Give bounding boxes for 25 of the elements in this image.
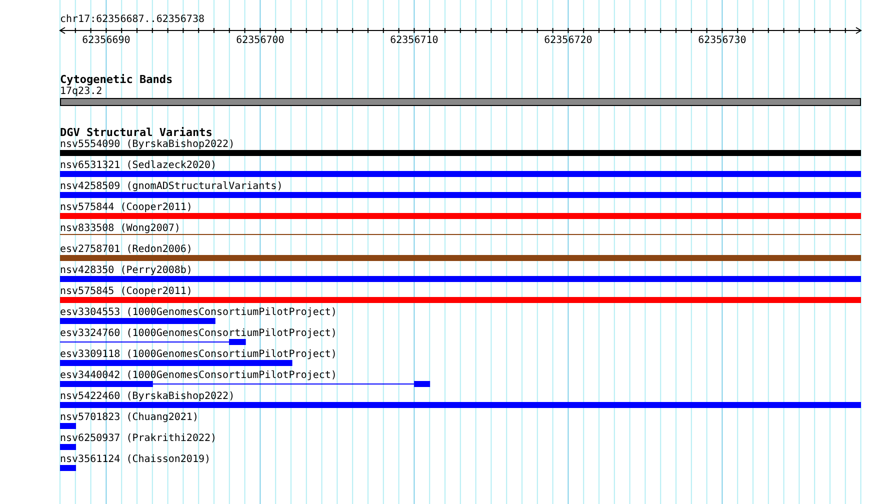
variant-label[interactable]: nsv5701823 (Chuang2021) [60,412,198,423]
variant-label[interactable]: nsv575844 (Cooper2011) [60,202,192,213]
variant-label[interactable]: nsv833508 (Wong2007) [60,223,180,234]
variant-label[interactable]: esv2758701 (Redon2006) [60,244,192,255]
band-label: 17q23.2 [60,86,102,97]
variant-label[interactable]: esv3324760 (1000GenomesConsortiumPilotProject) [60,328,337,339]
tick-label: 62356700 [236,35,284,46]
tick-label: 62356690 [82,35,130,46]
variant-label[interactable]: nsv4258509 (gnomADStructuralVariants) [60,181,283,192]
track-title: Cytogenetic Bands [60,74,173,86]
variant-label[interactable]: esv3309118 (1000GenomesConsortiumPilotProject) [60,349,337,360]
variant-label[interactable]: nsv6250937 (Prakrithi2022) [60,433,217,444]
position-label: chr17:62356687..62356738 [60,14,204,26]
variant-label[interactable]: esv3440042 (1000GenomesConsortiumPilotProject) [60,370,337,381]
variant-label[interactable]: nsv5554090 (ByrskaBishop2022) [60,139,235,150]
tick-label: 62356720 [544,35,592,46]
variant-label[interactable]: nsv575845 (Cooper2011) [60,286,192,297]
tick-label: 62356710 [390,35,438,46]
variant-label[interactable]: nsv6531321 (Sedlazeck2020) [60,160,217,171]
tick-label: 62356730 [698,35,746,46]
variant-label[interactable]: esv3304553 (1000GenomesConsortiumPilotProject) [60,307,337,318]
track-title: DGV Structural Variants [60,127,212,139]
variant-label[interactable]: nsv5422460 (ByrskaBishop2022) [60,391,235,402]
variant-label[interactable]: nsv3561124 (Chaisson2019) [60,454,211,465]
variant-label[interactable]: nsv428350 (Perry2008b) [60,265,192,276]
